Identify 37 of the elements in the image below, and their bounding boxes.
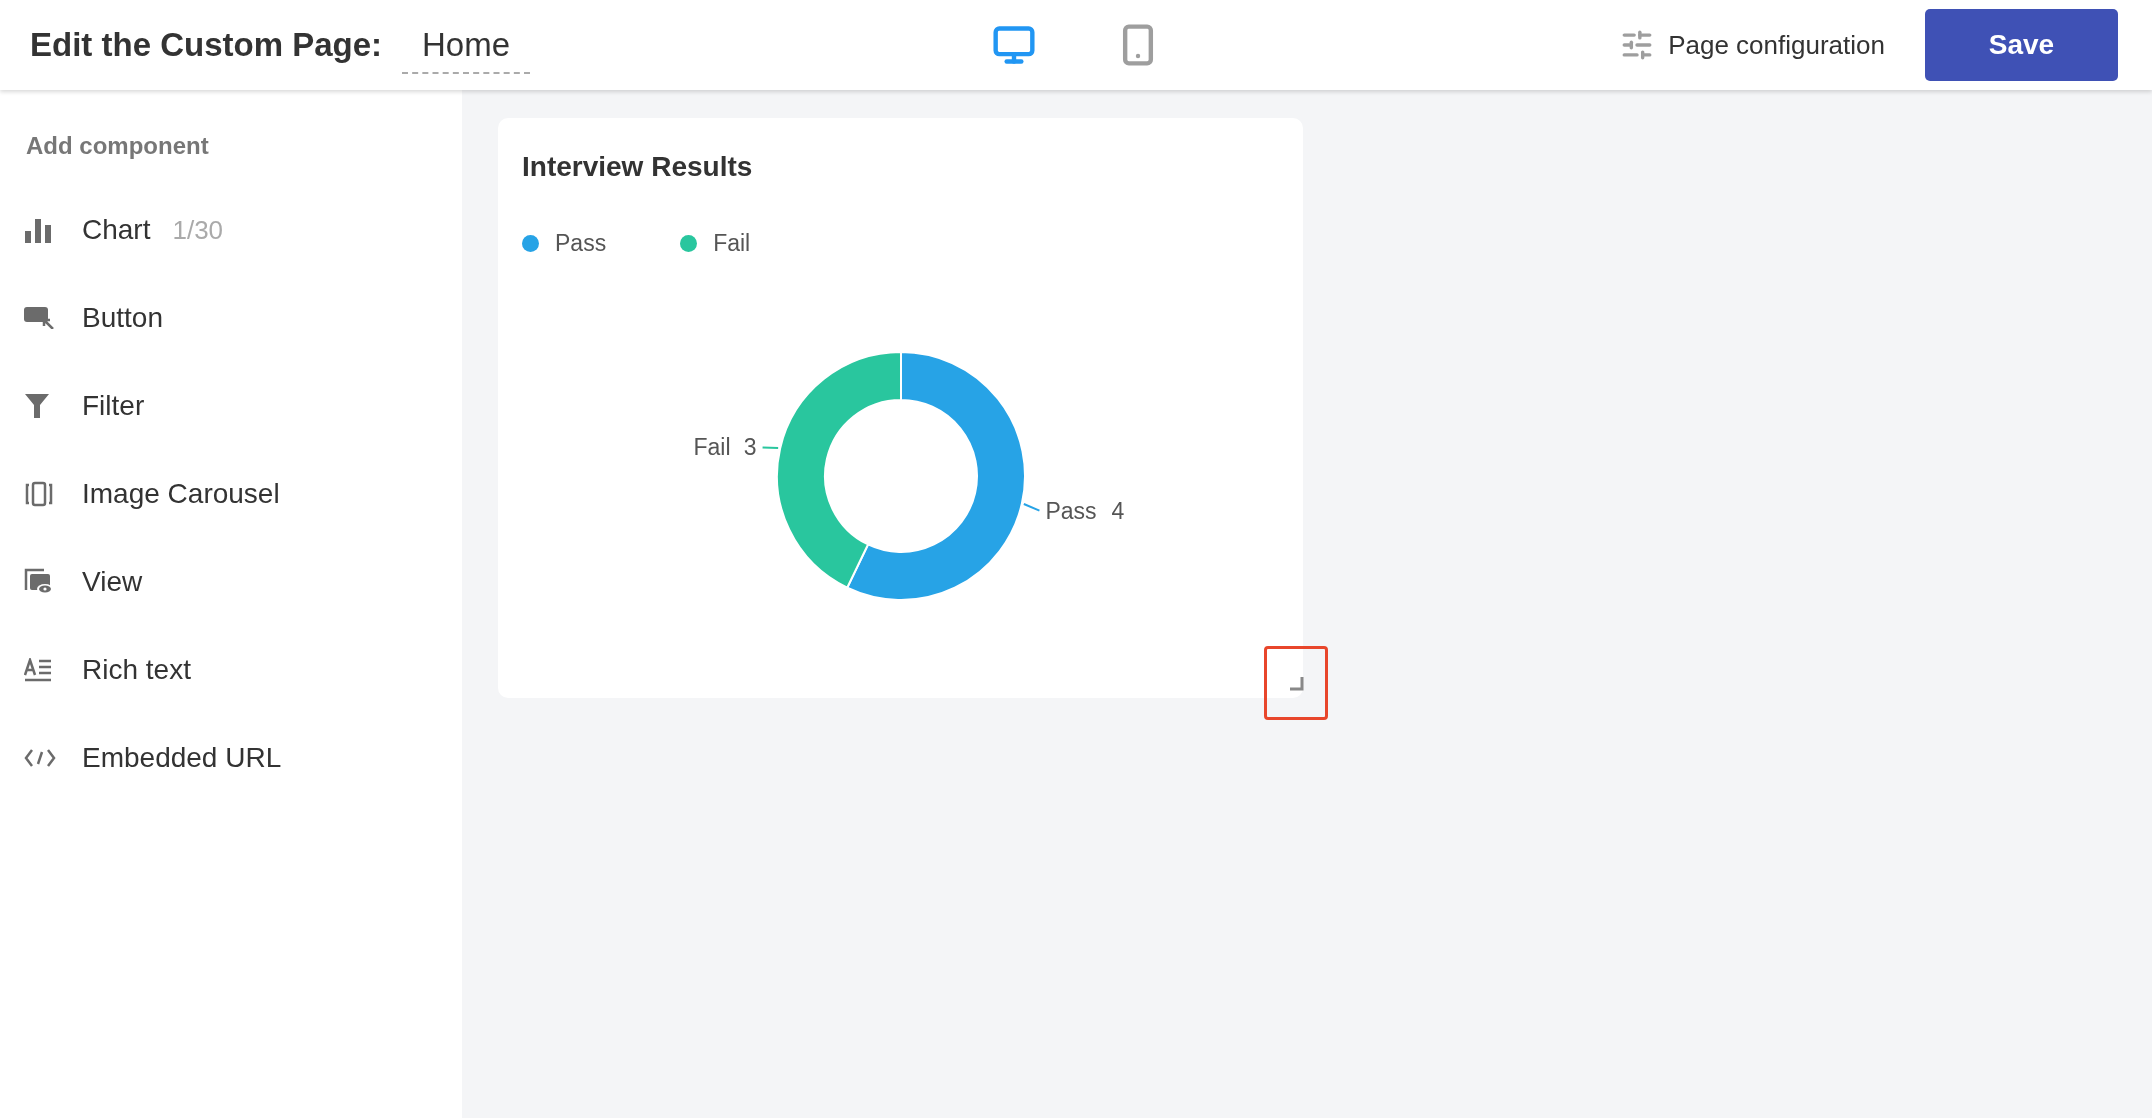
component-label: Image Carousel [82, 477, 280, 511]
component-label: Chart [82, 213, 151, 247]
section-heading: Add component [26, 131, 209, 161]
button-cursor-icon [24, 307, 54, 329]
component-label: View [82, 565, 143, 599]
card-title: Interview Results [522, 150, 753, 184]
page-title: Edit the Custom Page: [30, 25, 383, 66]
legend-label: Fail [713, 229, 751, 258]
slice-name: Pass [1045, 497, 1097, 524]
leader-line [761, 446, 780, 449]
code-icon [24, 747, 56, 769]
component-label: Button [82, 301, 163, 335]
legend-label: Pass [555, 229, 607, 258]
save-button[interactable]: Save [1925, 9, 2118, 81]
page-configuration-link[interactable]: Page configuration [1620, 25, 1885, 65]
leader-line [1022, 503, 1041, 512]
component-item[interactable]: Filter [0, 362, 462, 450]
slice-value: 3 [743, 434, 757, 461]
filter-icon [24, 393, 50, 419]
component-item[interactable]: Rich text [0, 626, 462, 714]
component-label: Filter [82, 389, 145, 423]
carousel-icon [24, 481, 54, 507]
component-item[interactable]: Button [0, 274, 462, 362]
slice-name: Fail [693, 434, 731, 461]
slice-value: 4 [1111, 497, 1125, 524]
component-item[interactable]: Chart 1/30 [0, 186, 462, 274]
window-eye-icon [24, 568, 54, 596]
component-label: Rich text [82, 653, 191, 687]
component-label: Embedded URL [82, 741, 282, 775]
text-format-icon [24, 658, 52, 682]
component-item[interactable]: Image Carousel [0, 450, 462, 538]
bar-chart-icon [24, 217, 52, 243]
component-item[interactable]: Embedded URL [0, 714, 462, 802]
component-item[interactable]: View [0, 538, 462, 626]
resize-handle-icon[interactable] [1288, 675, 1304, 691]
page-name-field[interactable]: Home [402, 16, 531, 74]
usage-count: 1/30 [172, 213, 224, 247]
